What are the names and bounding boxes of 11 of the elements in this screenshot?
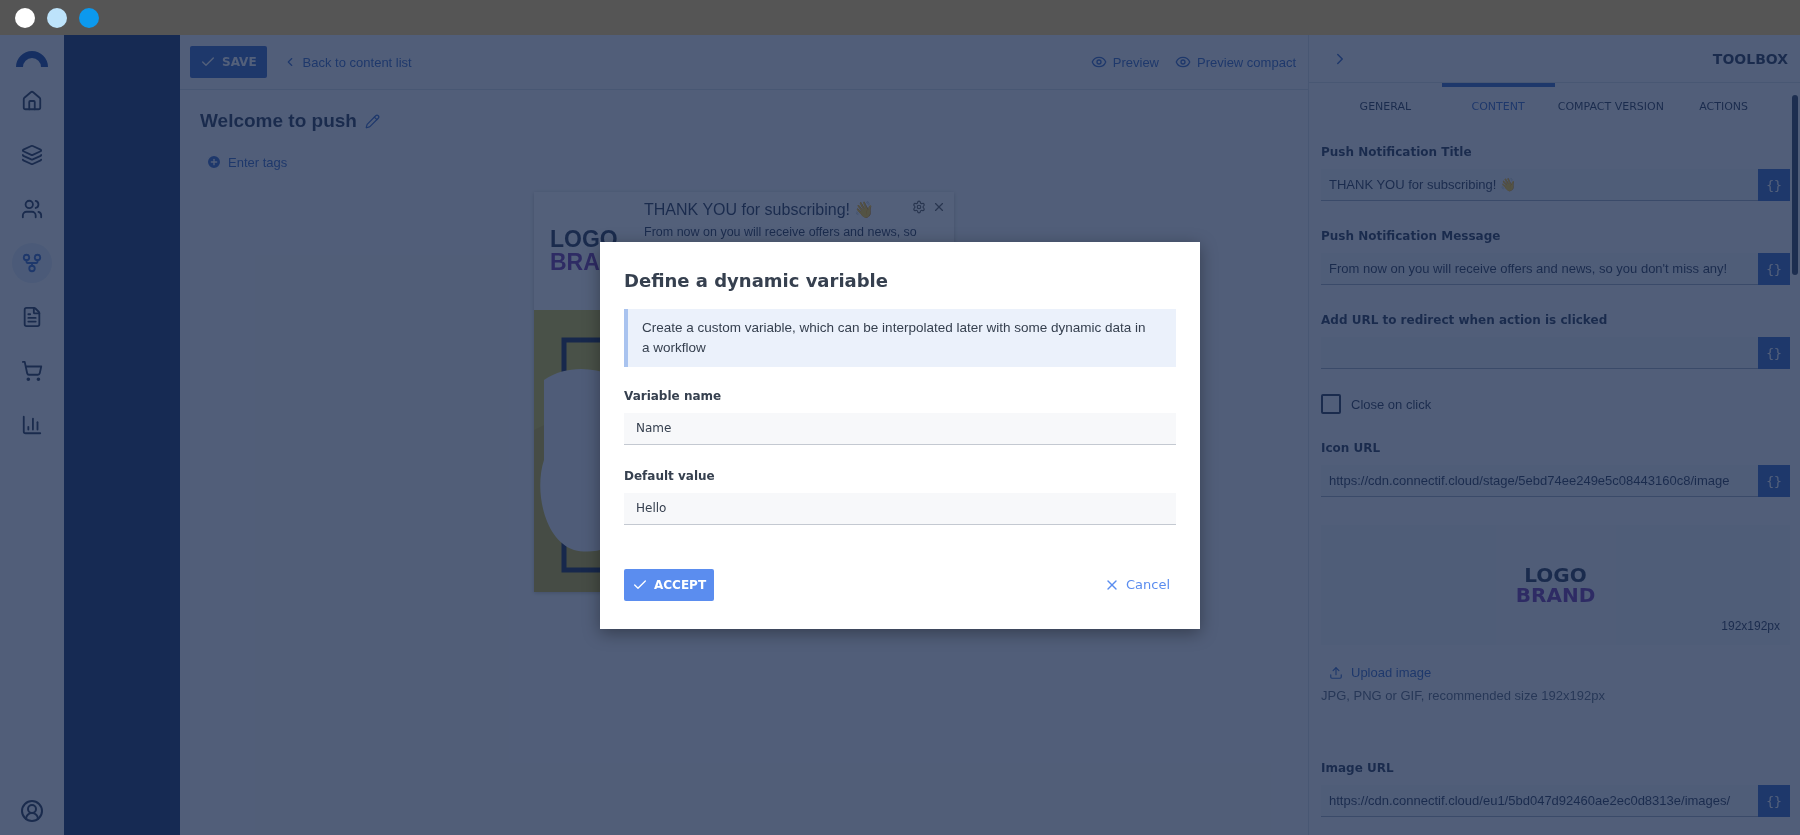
notification-title: THANK YOU for subscribing! 👋 xyxy=(644,200,875,219)
text-field[interactable]: Name xyxy=(624,412,1176,445)
window-control[interactable] xyxy=(47,7,67,28)
cancel-button[interactable]: Cancel xyxy=(1097,576,1176,593)
window-control[interactable] xyxy=(15,7,35,28)
accept-button[interactable]: ACCEPT xyxy=(624,568,715,601)
dialog-title: Define a dynamic variable xyxy=(624,269,889,291)
field-label: Variable name xyxy=(624,388,723,403)
info-note: Create a custom variable, which can be interpolated later with some dynamic data in a workflow xyxy=(624,308,1176,367)
field-label: Default value xyxy=(624,468,716,483)
text-field[interactable]: Hello xyxy=(624,492,1176,525)
